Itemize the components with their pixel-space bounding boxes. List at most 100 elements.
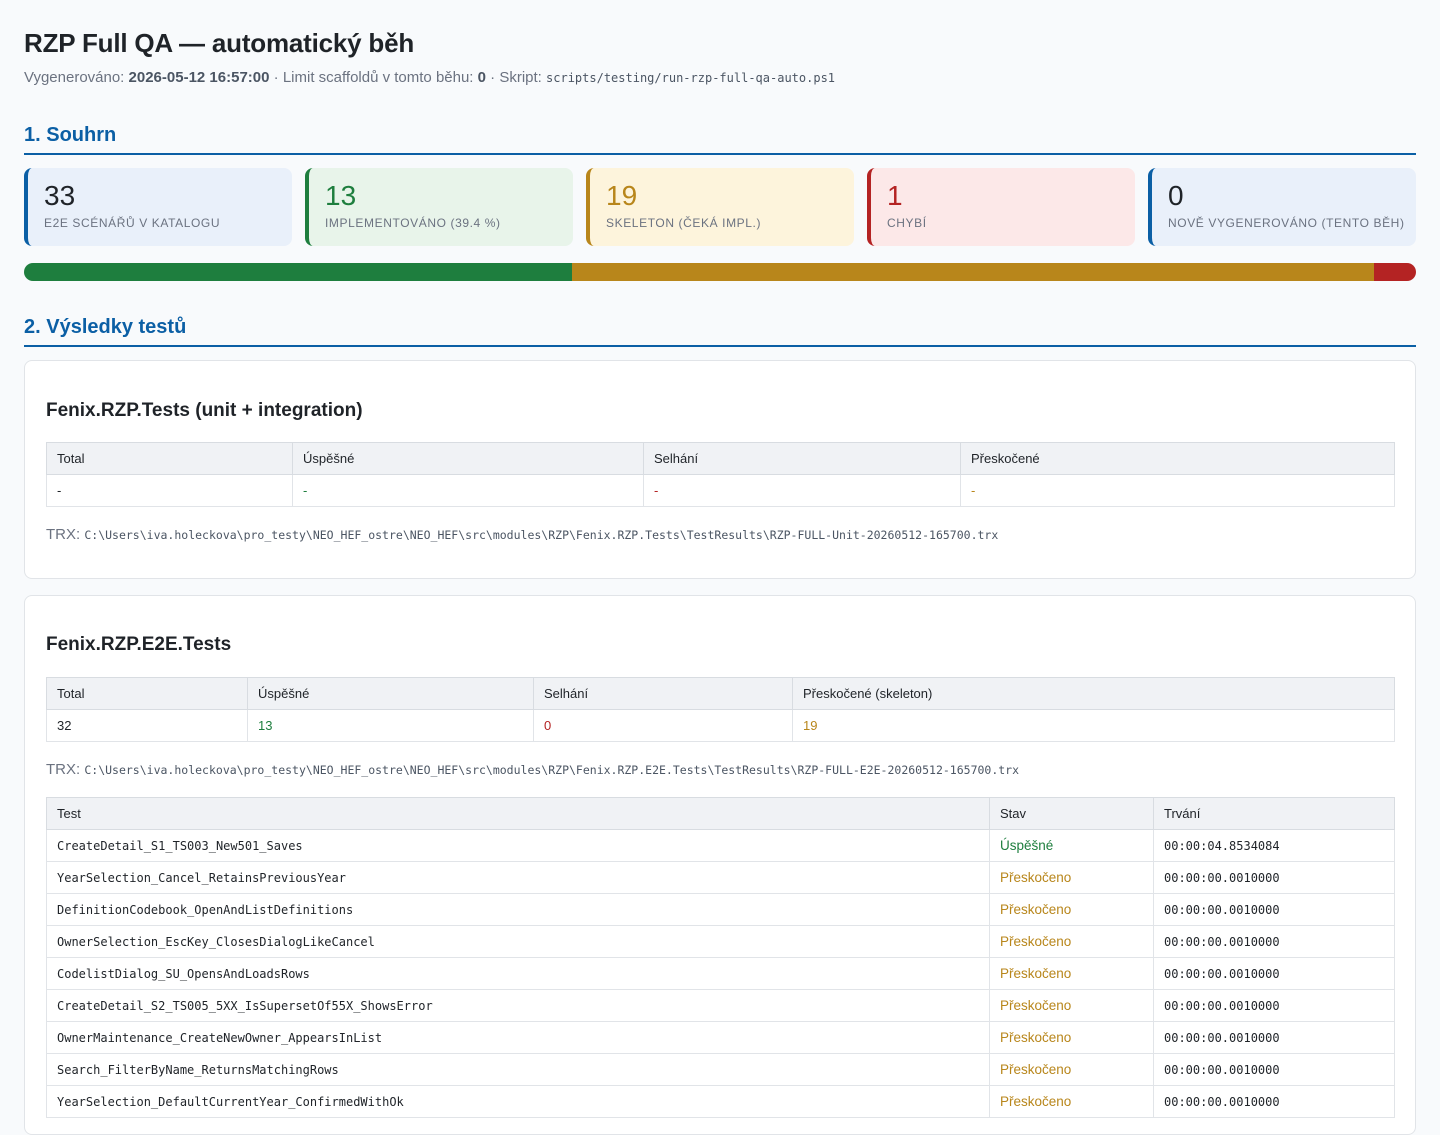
- test-name: CreateDetail_S1_TS003_New501_Saves: [46, 829, 990, 862]
- unit-tests-panel: Fenix.RZP.Tests (unit + integration) Tot…: [24, 360, 1416, 579]
- table-row: YearSelection_Cancel_RetainsPreviousYear…: [46, 861, 1395, 894]
- e2e-tests-table: Test Stav Trvání CreateDetail_S1_TS003_N…: [46, 797, 1395, 1118]
- test-duration: 00:00:00.0010000: [1153, 989, 1395, 1022]
- col-skipped: Přeskočené: [960, 442, 1395, 475]
- table-header-row: Total Úspěšné Selhání Přeskočené: [46, 442, 1395, 475]
- unit-trx-path: TRX: C:\Users\iva.holeckova\pro_testy\NE…: [46, 526, 998, 543]
- test-status: Přeskočeno: [989, 861, 1154, 894]
- col-passed: Úspěšné: [292, 442, 644, 475]
- card-value: 0: [1168, 180, 1184, 211]
- col-duration: Trvání: [1153, 797, 1395, 830]
- card-label: Nově vygenerováno (tento běh): [1168, 216, 1405, 230]
- test-status: Přeskočeno: [989, 1021, 1154, 1054]
- value-failed: -: [643, 474, 961, 507]
- trx-label: TRX:: [46, 761, 81, 778]
- trx-label: TRX:: [46, 526, 81, 543]
- table-row: YearSelection_DefaultCurrentYear_Confirm…: [46, 1085, 1395, 1118]
- test-name: YearSelection_DefaultCurrentYear_Confirm…: [46, 1085, 990, 1118]
- test-name: Search_FilterByName_ReturnsMatchingRows: [46, 1053, 990, 1086]
- summary-heading: 1. Souhrn: [24, 124, 1416, 155]
- card-label: Skeleton (čeká impl.): [606, 216, 762, 230]
- col-status: Stav: [989, 797, 1154, 830]
- test-status: Přeskočeno: [989, 1053, 1154, 1086]
- test-duration: 00:00:04.8534084: [1153, 829, 1395, 862]
- test-status: Přeskočeno: [989, 957, 1154, 990]
- test-duration: 00:00:00.0010000: [1153, 1085, 1395, 1118]
- table-row: OwnerSelection_EscKey_ClosesDialogLikeCa…: [46, 925, 1395, 958]
- e2e-tests-title: Fenix.RZP.E2E.Tests: [46, 634, 232, 655]
- table-row: OwnerMaintenance_CreateNewOwner_AppearsI…: [46, 1021, 1395, 1054]
- test-duration: 00:00:00.0010000: [1153, 893, 1395, 926]
- test-status: Přeskočeno: [989, 893, 1154, 926]
- table-row: CodelistDialog_SU_OpensAndLoadsRows Přesk…: [46, 957, 1395, 990]
- e2e-tests-panel: Fenix.RZP.E2E.Tests Total Úspěšné Selhán…: [24, 595, 1416, 1135]
- value-skipped: -: [960, 474, 1395, 507]
- table-row: CreateDetail_S1_TS003_New501_Saves Úspěšn…: [46, 829, 1395, 862]
- e2e-tests-body: CreateDetail_S1_TS003_New501_Saves Úspěšn…: [46, 829, 1395, 1118]
- table-row: - - - -: [46, 474, 1395, 507]
- value-total: -: [46, 474, 293, 507]
- col-total: Total: [46, 677, 248, 710]
- generated-label: Vygenerováno:: [24, 69, 125, 86]
- card-label: Implementováno (39.4 %): [325, 216, 501, 230]
- trx-path: C:\Users\iva.holeckova\pro_testy\NEO_HEF…: [84, 763, 1020, 777]
- card-catalog: 33 E2E scénářů v katalogu: [24, 168, 292, 246]
- card-label: Chybí: [887, 216, 927, 230]
- table-row: CreateDetail_S2_TS005_5XX_IsSupersetOf55…: [46, 989, 1395, 1022]
- table-row: DefinitionCodebook_OpenAndListDefinition…: [46, 893, 1395, 926]
- card-value: 33: [44, 180, 76, 211]
- coverage-progress-bar: [24, 263, 1416, 281]
- generated-value: 2026-05-12 16:57:00: [128, 69, 270, 86]
- test-name: CreateDetail_S2_TS005_5XX_IsSupersetOf55…: [46, 989, 990, 1022]
- col-test: Test: [46, 797, 990, 830]
- card-missing: 1 Chybí: [867, 168, 1135, 246]
- test-duration: 00:00:00.0010000: [1153, 1053, 1395, 1086]
- limit-value: 0: [477, 69, 486, 86]
- card-skeleton: 19 Skeleton (čeká impl.): [586, 168, 854, 246]
- test-name: OwnerSelection_EscKey_ClosesDialogLikeCa…: [46, 925, 990, 958]
- col-total: Total: [46, 442, 293, 475]
- test-name: CodelistDialog_SU_OpensAndLoadsRows: [46, 957, 990, 990]
- script-path: scripts/testing/run-rzp-full-qa-auto.ps1: [546, 71, 836, 85]
- value-passed: 13: [247, 709, 534, 742]
- test-status: Přeskočeno: [989, 989, 1154, 1022]
- report-meta: Vygenerováno: 2026-05-12 16:57:00 · Limi…: [24, 69, 835, 86]
- table-row: 32 13 0 19: [46, 709, 1395, 742]
- table-header-row: Test Stav Trvání: [46, 797, 1395, 830]
- card-value: 19: [606, 180, 638, 211]
- card-label: E2E scénářů v katalogu: [44, 216, 221, 230]
- test-duration: 00:00:00.0010000: [1153, 925, 1395, 958]
- value-failed: 0: [533, 709, 793, 742]
- test-status: Přeskočeno: [989, 1085, 1154, 1118]
- test-name: DefinitionCodebook_OpenAndListDefinition…: [46, 893, 990, 926]
- test-status: Přeskočeno: [989, 925, 1154, 958]
- progress-segment-implemented: [24, 263, 573, 281]
- table-header-row: Total Úspěšné Selhání Přeskočené (skelet…: [46, 677, 1395, 710]
- card-implemented: 13 Implementováno (39.4 %): [305, 168, 573, 246]
- unit-tests-title: Fenix.RZP.Tests (unit + integration): [46, 400, 363, 421]
- col-skipped: Přeskočené (skeleton): [792, 677, 1395, 710]
- test-duration: 00:00:00.0010000: [1153, 957, 1395, 990]
- col-failed: Selhání: [643, 442, 961, 475]
- script-label: · Skript:: [490, 69, 542, 86]
- test-duration: 00:00:00.0010000: [1153, 1021, 1395, 1054]
- page-title: RZP Full QA — automatický běh: [24, 28, 415, 58]
- unit-summary-table: Total Úspěšné Selhání Přeskočené - - - -: [46, 442, 1395, 507]
- value-total: 32: [46, 709, 248, 742]
- col-passed: Úspěšné: [247, 677, 534, 710]
- card-generated: 0 Nově vygenerováno (tento běh): [1148, 168, 1416, 246]
- progress-segment-skeleton: [572, 263, 1374, 281]
- test-duration: 00:00:00.0010000: [1153, 861, 1395, 894]
- value-skipped: 19: [792, 709, 1395, 742]
- test-name: YearSelection_Cancel_RetainsPreviousYear: [46, 861, 990, 894]
- trx-path: C:\Users\iva.holeckova\pro_testy\NEO_HEF…: [84, 528, 999, 542]
- col-failed: Selhání: [533, 677, 793, 710]
- results-heading: 2. Výsledky testů: [24, 316, 1416, 347]
- card-value: 1: [887, 180, 903, 211]
- progress-segment-missing: [1373, 263, 1416, 281]
- table-row: Search_FilterByName_ReturnsMatchingRows P…: [46, 1053, 1395, 1086]
- e2e-trx-path: TRX: C:\Users\iva.holeckova\pro_testy\NE…: [46, 761, 1019, 778]
- summary-cards: 33 E2E scénářů v katalogu 13 Implementov…: [24, 168, 1416, 246]
- test-status: Úspěšné: [989, 829, 1154, 862]
- limit-label: · Limit scaffoldů v tomto běhu:: [273, 69, 474, 86]
